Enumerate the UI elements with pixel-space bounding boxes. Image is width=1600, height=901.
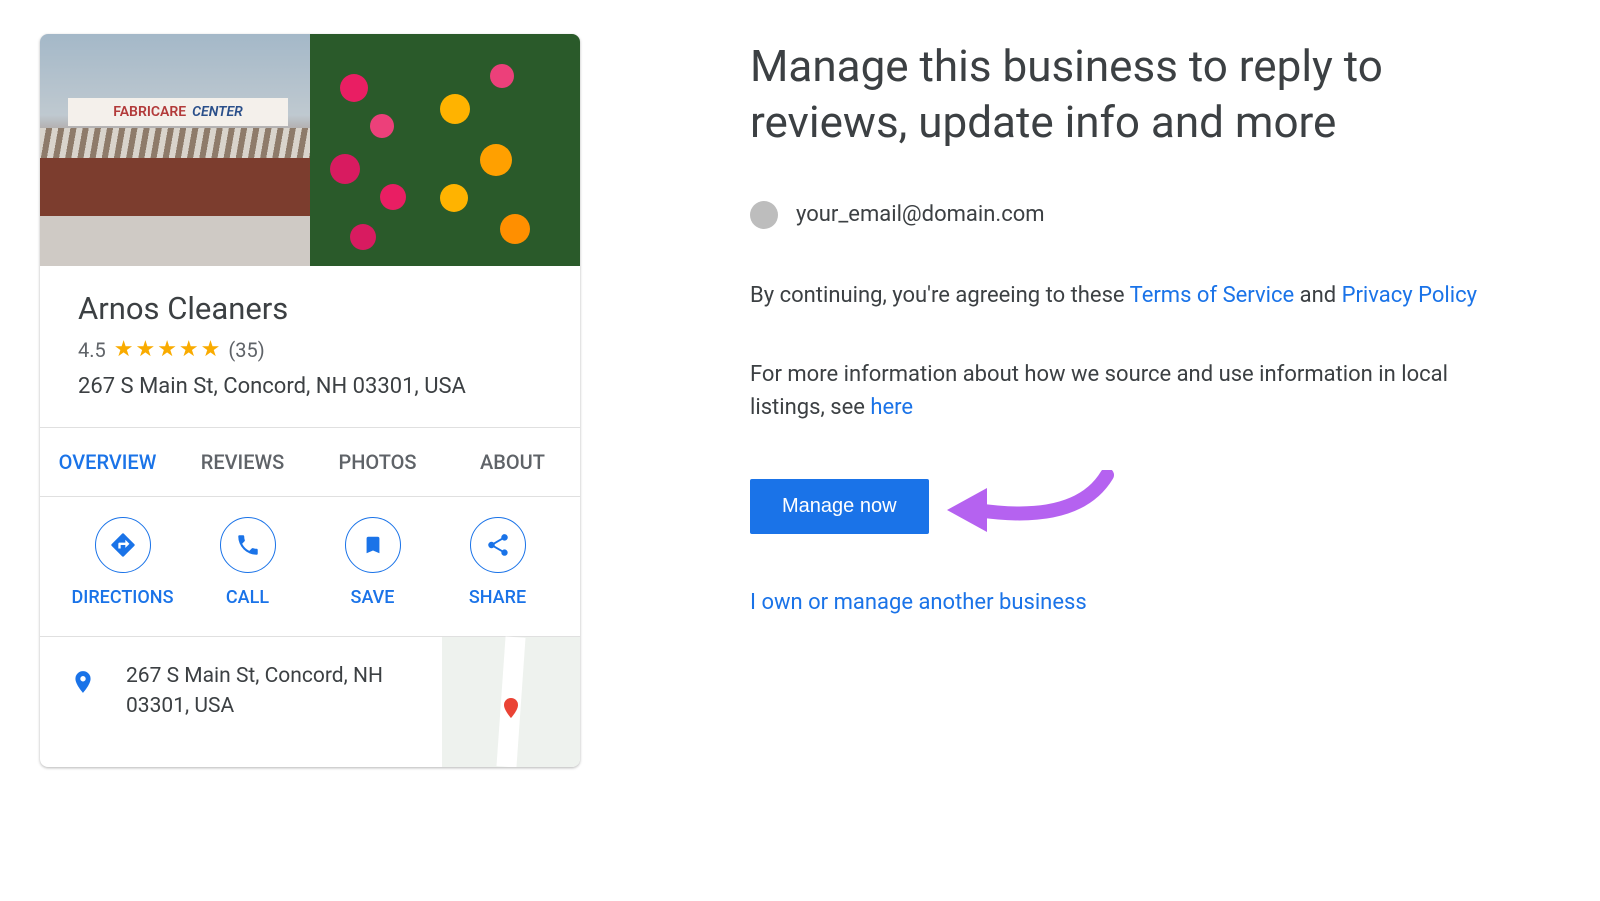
flowers-photo[interactable] — [310, 34, 580, 266]
tab-photos[interactable]: PHOTOS — [310, 428, 445, 496]
star-icons: ★★★★★ — [114, 337, 223, 362]
terms-prefix: By continuing, you're agreeing to these — [750, 283, 1130, 308]
ground — [40, 216, 310, 266]
awning — [40, 128, 310, 158]
business-card-column: FABRICARE CENTER Arnos Cle — [40, 34, 580, 867]
directions-button[interactable]: DIRECTIONS — [60, 517, 185, 608]
info-text: For more information about how we source… — [750, 358, 1520, 424]
rating-value: 4.5 — [78, 338, 106, 362]
share-button[interactable]: SHARE — [435, 517, 560, 608]
tab-reviews[interactable]: REVIEWS — [175, 428, 310, 496]
arrow-annotation-icon — [937, 470, 1117, 544]
name-block: Arnos Cleaners 4.5 ★★★★★ (35) 267 S Main… — [40, 266, 580, 427]
brick-wall — [40, 158, 310, 216]
share-label: SHARE — [469, 587, 526, 608]
manage-column: Manage this business to reply to reviews… — [580, 34, 1560, 867]
info-prefix: For more information about how we source… — [750, 362, 1448, 420]
call-button[interactable]: CALL — [185, 517, 310, 608]
terms-of-service-link[interactable]: Terms of Service — [1130, 283, 1295, 308]
here-link[interactable]: here — [870, 395, 913, 420]
share-icon — [470, 517, 526, 573]
action-row: DIRECTIONS CALL SAVE SHARE — [40, 497, 580, 637]
terms-text: By continuing, you're agreeing to these … — [750, 279, 1520, 312]
review-count[interactable]: (35) — [228, 338, 264, 362]
button-row: Manage now — [750, 470, 1520, 544]
save-button[interactable]: SAVE — [310, 517, 435, 608]
save-label: SAVE — [351, 587, 395, 608]
call-icon — [220, 517, 276, 573]
business-name: Arnos Cleaners — [78, 290, 542, 327]
storefront-photo[interactable]: FABRICARE CENTER — [40, 34, 310, 266]
and-text: and — [1294, 283, 1341, 308]
own-another-link[interactable]: I own or manage another business — [750, 590, 1087, 615]
storefront-sign: FABRICARE CENTER — [68, 98, 288, 126]
avatar — [750, 201, 778, 229]
rating-row: 4.5 ★★★★★ (35) — [78, 337, 542, 362]
photo-row: FABRICARE CENTER — [40, 34, 580, 266]
location-pin-icon — [70, 665, 96, 703]
privacy-policy-link[interactable]: Privacy Policy — [1342, 283, 1477, 308]
address-block[interactable]: 267 S Main St, Concord, NH 03301, USA — [40, 637, 580, 767]
directions-label: DIRECTIONS — [72, 587, 174, 608]
tab-bar: OVERVIEW REVIEWS PHOTOS ABOUT — [40, 427, 580, 497]
tab-overview[interactable]: OVERVIEW — [40, 428, 175, 496]
address-text: 267 S Main St, Concord, NH 03301, USA — [78, 374, 542, 399]
email-row: your_email@domain.com — [750, 201, 1520, 229]
save-icon — [345, 517, 401, 573]
address-block-text: 267 S Main St, Concord, NH 03301, USA — [126, 661, 396, 722]
directions-icon — [95, 517, 151, 573]
call-label: CALL — [226, 587, 269, 608]
email-text: your_email@domain.com — [796, 202, 1045, 227]
sign-word-1: FABRICARE — [113, 104, 186, 120]
mini-map[interactable] — [442, 637, 580, 767]
tab-about[interactable]: ABOUT — [445, 428, 580, 496]
manage-now-button[interactable]: Manage now — [750, 479, 929, 534]
sign-word-2: CENTER — [192, 104, 243, 120]
headline: Manage this business to reply to reviews… — [750, 38, 1520, 151]
map-pin-icon — [499, 692, 523, 728]
business-card: FABRICARE CENTER Arnos Cle — [40, 34, 580, 767]
